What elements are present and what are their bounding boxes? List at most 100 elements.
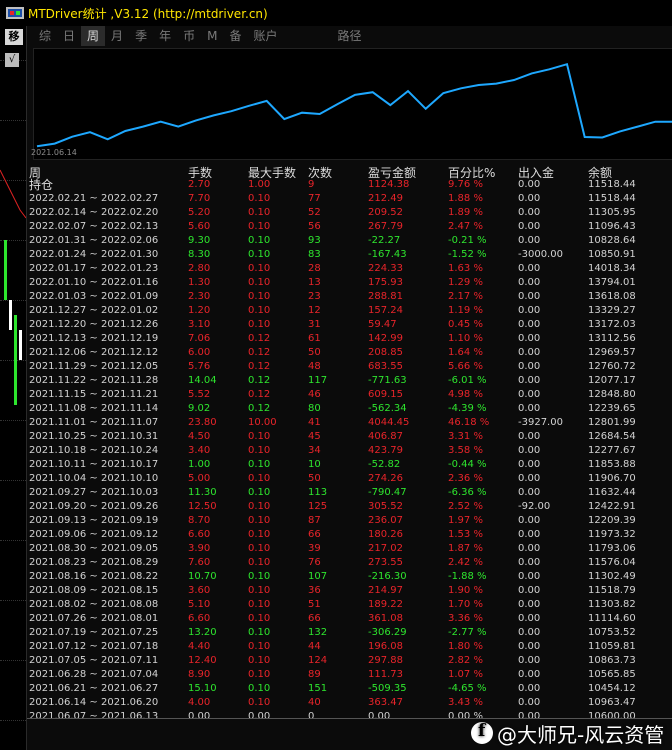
table-row[interactable]: 2021.12.20 ~ 2021.12.26 3.10 0.10 31 59.47 0.… [27,318,672,332]
cell-lots: 1.20 [188,305,211,316]
cell-count: 76 [308,557,321,568]
table-row[interactable]: 2021.08.23 ~ 2021.08.29 7.60 0.10 76 273.55 2… [27,556,672,570]
tab-2[interactable]: 周 [81,26,106,46]
cell-count: 80 [308,403,321,414]
cell-balance: 11518.79 [588,585,636,596]
cell-max: 10.00 [248,417,277,428]
cell-max: 0.12 [248,333,271,344]
equity-chart-svg [33,48,672,160]
table-row[interactable]: 2021.06.21 ~ 2021.06.27 15.10 0.10 151 -509.… [27,682,672,696]
cell-max: 0.10 [248,473,271,484]
cell-period: 2021.08.02 ~ 2021.08.08 [29,599,159,610]
cell-period: 2021.08.30 ~ 2021.09.05 [29,543,159,554]
tab-3[interactable]: 月 [105,26,129,46]
table-row[interactable]: 2021.12.13 ~ 2021.12.19 7.06 0.12 61 142.99 1… [27,332,672,346]
cell-pnl: 4044.45 [368,417,410,428]
cell-period: 2021.06.14 ~ 2021.06.20 [29,697,159,708]
strip-candle [4,240,7,300]
table-row[interactable]: 2021.11.01 ~ 2021.11.07 23.80 10.00 41 4044.… [27,416,672,430]
table-row[interactable]: 2021.08.09 ~ 2021.08.15 3.60 0.10 36 214.97 1… [27,584,672,598]
cell-pnl: 683.55 [368,361,403,372]
cell-lots: 9.30 [188,235,211,246]
table-row[interactable]: 2021.06.14 ~ 2021.06.20 4.00 0.10 40 363.47 3… [27,696,672,710]
tab-0[interactable]: 综 [33,26,57,46]
cell-flow: 0.00 [518,193,541,204]
cell-flow: 0.00 [518,571,541,582]
cell-lots: 5.76 [188,361,211,372]
cell-count: 36 [308,585,321,596]
table-row[interactable]: 2022.02.07 ~ 2022.02.13 5.60 0.10 56 267.79 2… [27,220,672,234]
cell-count: 125 [308,501,328,512]
table-row[interactable]: 2021.11.15 ~ 2021.11.21 5.52 0.12 46 609.15 4… [27,388,672,402]
tab-4[interactable]: 季 [129,26,153,46]
table-row[interactable]: 2022.01.17 ~ 2022.01.23 2.80 0.10 28 224.33 1… [27,262,672,276]
cell-balance: 12684.54 [588,431,636,442]
table-row[interactable]: 2021.06.28 ~ 2021.07.04 8.90 0.10 89 111.73 1… [27,668,672,682]
cell-pct: 1.63 % [448,263,483,274]
table-row[interactable]: 2022.01.24 ~ 2022.01.30 8.30 0.10 83 -167.43… [27,248,672,262]
cell-pct: 1.19 % [448,305,483,316]
table-row[interactable]: 2021.10.18 ~ 2021.10.24 3.40 0.10 34 423.79 3… [27,444,672,458]
cell-pct: -1.52 % [448,249,487,260]
table-row[interactable]: 2022.01.10 ~ 2022.01.16 1.30 0.10 13 175.93 1… [27,276,672,290]
tab-10[interactable]: 路径 [332,26,368,46]
cell-period: 2021.07.12 ~ 2021.07.18 [29,641,159,652]
table-row[interactable]: 2021.11.29 ~ 2021.12.05 5.76 0.12 48 683.55 5… [27,360,672,374]
table-row[interactable]: 2022.01.03 ~ 2022.01.09 2.30 0.10 23 288.81 2… [27,290,672,304]
cell-lots: 6.00 [188,347,211,358]
cell-pnl: 217.02 [368,543,403,554]
cell-flow: 0.00 [518,305,541,316]
cell-pct: 1.53 % [448,529,483,540]
table-row[interactable]: 2021.10.04 ~ 2021.10.10 5.00 0.10 50 274.26 2… [27,472,672,486]
tab-6[interactable]: 币 [177,26,201,46]
cell-balance: 11853.88 [588,459,636,470]
table-row[interactable]: 2021.09.06 ~ 2021.09.12 6.60 0.10 66 180.26 1… [27,528,672,542]
tab-5[interactable]: 年 [153,26,177,46]
table-row[interactable]: 2021.08.02 ~ 2021.08.08 5.10 0.10 51 189.22 1… [27,598,672,612]
table-row[interactable]: 2021.12.06 ~ 2021.12.12 6.00 0.12 50 208.85 1… [27,346,672,360]
cell-pct: 3.58 % [448,445,483,456]
cell-count: 93 [308,235,321,246]
table-row[interactable]: 2021.08.16 ~ 2021.08.22 10.70 0.10 107 -216.… [27,570,672,584]
table-row[interactable]: 2021.10.11 ~ 2021.10.17 1.00 0.10 10 -52.82 -… [27,458,672,472]
table-row[interactable]: 2021.11.22 ~ 2021.11.28 14.04 0.12 117 -771.… [27,374,672,388]
cell-balance: 13618.08 [588,291,636,302]
equity-chart [33,48,672,160]
table-row[interactable]: 2021.08.30 ~ 2021.09.05 3.90 0.10 39 217.02 1… [27,542,672,556]
cell-balance: 12760.72 [588,361,636,372]
table-row[interactable]: 2021.07.12 ~ 2021.07.18 4.40 0.10 44 196.08 1… [27,640,672,654]
cell-balance: 10863.73 [588,655,636,666]
table-row[interactable]: 2022.02.14 ~ 2022.02.20 5.20 0.10 52 209.52 1… [27,206,672,220]
cell-pnl: 361.08 [368,613,403,624]
cell-count: 28 [308,263,321,274]
cell-pnl: 363.47 [368,697,403,708]
table-row[interactable]: 2022.01.31 ~ 2022.02.06 9.30 0.10 93 -22.27 -… [27,234,672,248]
table-row[interactable]: 2022.02.21 ~ 2022.02.27 7.70 0.10 77 212.49 1… [27,192,672,206]
cell-pct: 3.43 % [448,697,483,708]
cell-lots: 9.02 [188,403,211,414]
tab-8[interactable]: 备 [223,26,247,46]
tab-7[interactable]: M [201,26,223,46]
table-row[interactable]: 2021.11.08 ~ 2021.11.14 9.02 0.12 80 -562.34… [27,402,672,416]
move-button[interactable]: 移 [5,29,23,45]
cell-count: 61 [308,333,321,344]
tab-1[interactable]: 日 [57,26,81,46]
table-row[interactable]: 持仓 2.70 1.00 9 1124.38 9.76 % 0.00 11518.44 [27,178,672,192]
table-row[interactable]: 2021.07.19 ~ 2021.07.25 13.20 0.10 132 -306.… [27,626,672,640]
cell-balance: 11096.43 [588,221,636,232]
cell-pct: -6.36 % [448,487,487,498]
table-row[interactable]: 2021.09.20 ~ 2021.09.26 12.50 0.10 125 305.5… [27,500,672,514]
cell-pnl: 1124.38 [368,179,410,190]
table-row[interactable]: 2021.07.05 ~ 2021.07.11 12.40 0.10 124 297.8… [27,654,672,668]
table-row[interactable]: 2021.09.27 ~ 2021.10.03 11.30 0.10 113 -790.… [27,486,672,500]
table-row[interactable]: 2021.10.25 ~ 2021.10.31 4.50 0.10 45 406.87 3… [27,430,672,444]
table-row[interactable]: 2021.12.27 ~ 2022.01.02 1.20 0.10 12 157.24 1… [27,304,672,318]
cell-period: 2022.01.03 ~ 2022.01.09 [29,291,159,302]
table-row[interactable]: 2021.07.26 ~ 2021.08.01 6.60 0.10 66 361.08 3… [27,612,672,626]
tab-9[interactable]: 账户 [247,26,283,46]
chart-start-date: 2021.06.14 [31,148,77,157]
cell-flow: 0.00 [518,319,541,330]
check-button[interactable]: √ [5,53,19,67]
table-row[interactable]: 2021.09.13 ~ 2021.09.19 8.70 0.10 87 236.07 1… [27,514,672,528]
cell-count: 0 [308,711,315,722]
